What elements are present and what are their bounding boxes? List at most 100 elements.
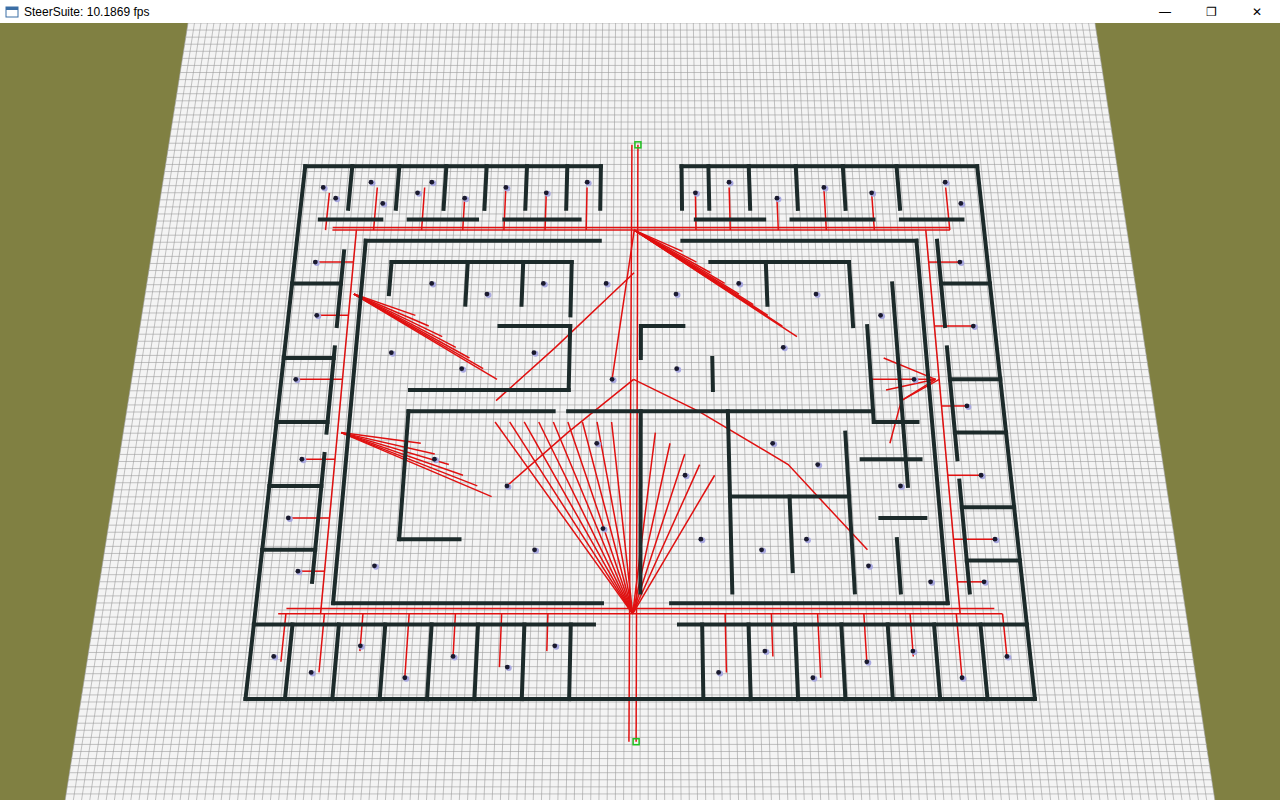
agent[interactable] [333,196,340,202]
wall [598,166,603,209]
agent[interactable] [429,281,436,287]
window-controls: —❐✕ [1142,0,1280,23]
agent[interactable] [810,675,817,681]
scene-view[interactable] [0,23,1280,800]
wall [959,481,969,593]
agent[interactable] [683,473,690,479]
agent[interactable] [971,324,978,330]
wall [333,241,366,603]
agent[interactable] [878,313,885,319]
agent[interactable] [532,547,539,553]
agent[interactable] [532,350,539,356]
agent[interactable] [429,180,436,186]
agent[interactable] [459,366,466,372]
agent[interactable] [958,201,965,207]
agent[interactable] [781,345,788,351]
path-line [302,459,335,461]
agent[interactable] [451,654,458,660]
wall [427,624,432,699]
agent[interactable] [775,196,782,202]
agent[interactable] [505,665,512,671]
agent[interactable] [389,350,396,356]
agent[interactable] [814,292,821,298]
agent[interactable] [763,649,770,655]
agent[interactable] [601,526,608,532]
agent[interactable] [898,484,905,490]
agent[interactable] [295,569,302,575]
agent[interactable] [727,180,734,186]
agent[interactable] [432,457,439,463]
agent[interactable] [982,579,989,585]
agent[interactable] [552,643,559,649]
grid [65,23,1215,800]
agent[interactable] [866,563,873,569]
agent[interactable] [693,190,700,196]
agent[interactable] [372,563,379,569]
agent[interactable] [380,201,387,207]
agent[interactable] [541,281,548,287]
wall [320,217,382,221]
agent[interactable] [716,670,723,676]
wall [638,411,642,592]
agent[interactable] [299,457,306,463]
agent[interactable] [321,185,328,191]
agent[interactable] [869,190,876,196]
viewport[interactable] [0,23,1280,800]
agent[interactable] [804,537,811,543]
agent[interactable] [993,537,1000,543]
agent[interactable] [358,643,365,649]
window-control-button[interactable]: — [1142,0,1188,23]
agent[interactable] [503,185,510,191]
wall [337,251,344,326]
path-line [317,315,349,317]
agent[interactable] [610,377,617,383]
agent[interactable] [485,292,492,298]
path-line [547,614,548,651]
path-line [341,433,491,497]
agent[interactable] [979,473,986,479]
agent[interactable] [965,404,972,410]
window-control-button[interactable]: ✕ [1234,0,1280,23]
agent[interactable] [505,484,512,490]
wall [305,164,601,168]
agent[interactable] [544,190,551,196]
agent[interactable] [759,547,766,553]
agent[interactable] [928,579,935,585]
path-line [296,379,343,381]
agent[interactable] [309,670,316,676]
agent[interactable] [821,185,828,191]
agent[interactable] [585,180,592,186]
agent[interactable] [462,196,469,202]
agent[interactable] [815,462,822,468]
agent[interactable] [943,180,950,186]
agent[interactable] [313,260,320,266]
agent[interactable] [674,292,681,298]
wall [522,624,525,699]
agent[interactable] [698,537,705,543]
agent[interactable] [910,649,917,655]
agent[interactable] [912,377,919,383]
path-line [453,614,455,657]
agent[interactable] [604,281,611,287]
agent[interactable] [402,675,409,681]
agent[interactable] [1004,654,1011,660]
wall [245,166,305,699]
agent[interactable] [770,441,777,447]
agent[interactable] [674,366,681,372]
agent[interactable] [960,675,967,681]
agent[interactable] [271,654,278,660]
agent[interactable] [293,377,300,383]
agent[interactable] [314,313,321,319]
path-line [539,422,633,614]
wall [955,431,1006,435]
agent[interactable] [286,515,293,521]
agent[interactable] [594,441,601,447]
agent[interactable] [864,659,871,665]
path-line [315,261,353,263]
path-line [634,230,797,337]
agent[interactable] [957,260,964,266]
agent[interactable] [415,190,422,196]
agent[interactable] [736,281,743,287]
window-control-button[interactable]: ❐ [1188,0,1234,23]
agent[interactable] [369,180,376,186]
